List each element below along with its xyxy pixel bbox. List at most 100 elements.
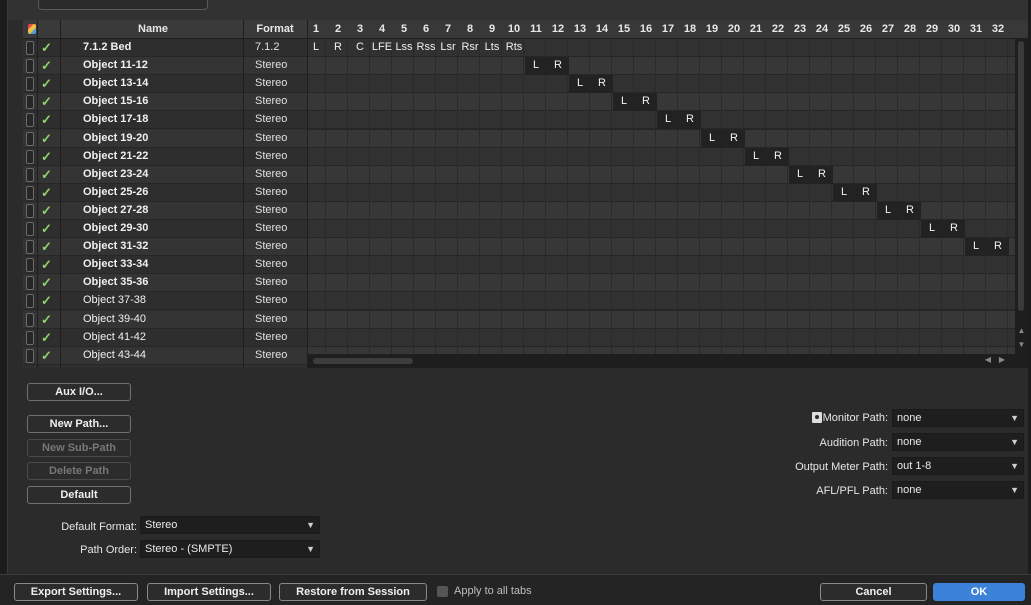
grid-cell[interactable] — [569, 201, 590, 220]
grid-cell[interactable] — [459, 129, 480, 148]
grid-cell[interactable] — [459, 220, 480, 238]
grid-cell[interactable] — [811, 57, 832, 76]
path-active-toggle[interactable] — [26, 312, 34, 327]
grid-cell[interactable] — [393, 111, 414, 130]
grid-cell[interactable] — [965, 220, 986, 238]
channel-assignment[interactable]: L — [833, 183, 855, 202]
grid-cell[interactable] — [349, 129, 370, 148]
path-name[interactable]: Object 25-26 — [83, 186, 148, 198]
audition-path-select[interactable]: none ▼ — [892, 433, 1024, 451]
grid-cell[interactable] — [503, 220, 524, 238]
grid-cell[interactable] — [459, 93, 480, 112]
path-active-toggle[interactable] — [26, 77, 34, 92]
grid-cell[interactable] — [965, 39, 986, 57]
grid-cell[interactable] — [305, 292, 326, 311]
grid-cell[interactable] — [437, 274, 458, 293]
grid-cell[interactable] — [899, 165, 920, 184]
grid-cell[interactable] — [327, 183, 348, 202]
grid-cell[interactable] — [723, 310, 744, 329]
path-active-toggle[interactable] — [26, 330, 34, 345]
check-icon[interactable]: ✓ — [41, 185, 52, 201]
grid-cell[interactable] — [635, 220, 656, 238]
grid-cell[interactable] — [327, 147, 348, 166]
channel-assignment[interactable]: R — [723, 129, 745, 148]
grid-cell[interactable] — [723, 165, 744, 184]
grid-cell[interactable] — [921, 238, 942, 257]
grid-cell[interactable] — [899, 183, 920, 202]
channel-assignment[interactable]: R — [987, 238, 1009, 257]
grid-cell[interactable] — [943, 147, 964, 166]
grid-cell[interactable] — [305, 238, 326, 257]
grid-cell[interactable] — [635, 129, 656, 148]
grid-cell[interactable] — [459, 147, 480, 166]
grid-cell[interactable] — [349, 111, 370, 130]
path-name[interactable]: Object 35-36 — [83, 276, 148, 288]
table-row[interactable]: ✓ 7.1.2 Bed 7.1.2 — [23, 39, 308, 57]
grid-cell[interactable] — [591, 39, 612, 57]
grid-cell[interactable] — [393, 93, 414, 112]
channel-assignment[interactable]: R — [855, 183, 877, 202]
grid-cell[interactable] — [767, 165, 788, 184]
grid-cell[interactable] — [569, 310, 590, 329]
new-path-button[interactable]: New Path... — [27, 415, 131, 433]
grid-cell[interactable] — [393, 201, 414, 220]
grid-cell[interactable] — [833, 93, 854, 112]
path-name[interactable]: Object 31-32 — [83, 240, 148, 252]
grid-cell[interactable] — [833, 220, 854, 238]
grid-cell[interactable] — [811, 93, 832, 112]
grid-cell[interactable] — [547, 147, 568, 166]
grid-cell[interactable] — [767, 129, 788, 148]
grid-cell[interactable] — [987, 111, 1008, 130]
grid-cell[interactable] — [547, 93, 568, 112]
grid-cell[interactable] — [569, 220, 590, 238]
grid-cell[interactable] — [943, 39, 964, 57]
export-settings-button[interactable]: Export Settings... — [14, 583, 138, 601]
grid-cell[interactable] — [701, 201, 722, 220]
grid-cell[interactable] — [635, 57, 656, 76]
grid-cell[interactable] — [569, 111, 590, 130]
grid-cell[interactable] — [613, 129, 634, 148]
grid-cell[interactable] — [921, 75, 942, 94]
grid-cell[interactable] — [635, 147, 656, 166]
grid-cell[interactable] — [613, 147, 634, 166]
grid-cell[interactable] — [965, 129, 986, 148]
grid-cell[interactable] — [503, 201, 524, 220]
channel-assignment[interactable]: L — [305, 41, 327, 53]
grid-cell[interactable] — [943, 310, 964, 329]
grid-cell[interactable] — [547, 274, 568, 293]
grid-cell[interactable] — [811, 147, 832, 166]
check-icon[interactable]: ✓ — [41, 221, 52, 237]
grid-cell[interactable] — [811, 274, 832, 293]
horizontal-scrollbar[interactable]: ◀ ▶ — [308, 354, 1028, 368]
grid-cell[interactable] — [767, 93, 788, 112]
channel-assignment[interactable]: Rts — [503, 41, 525, 53]
grid-cell[interactable] — [877, 57, 898, 76]
grid-cell[interactable] — [921, 256, 942, 275]
grid-cell[interactable] — [833, 39, 854, 57]
grid-cell[interactable] — [525, 75, 546, 94]
grid-cell[interactable] — [789, 292, 810, 311]
grid-cell[interactable] — [349, 165, 370, 184]
grid-cell[interactable] — [877, 328, 898, 347]
grid-cell[interactable] — [503, 256, 524, 275]
grid-cell[interactable] — [965, 165, 986, 184]
grid-cell[interactable] — [855, 310, 876, 329]
grid-cell[interactable] — [657, 220, 678, 238]
grid-cell[interactable] — [811, 220, 832, 238]
grid-cell[interactable] — [745, 93, 766, 112]
grid-cell[interactable] — [767, 201, 788, 220]
grid-cell[interactable] — [701, 292, 722, 311]
grid-cell[interactable] — [679, 39, 700, 57]
grid-cell[interactable] — [459, 165, 480, 184]
grid-cell[interactable] — [723, 183, 744, 202]
grid-cell[interactable] — [437, 147, 458, 166]
grid-cell[interactable] — [525, 183, 546, 202]
grid-cell[interactable] — [481, 292, 502, 311]
grid-cell[interactable] — [393, 238, 414, 257]
grid-cell[interactable] — [943, 111, 964, 130]
grid-cell[interactable] — [745, 165, 766, 184]
vertical-scrollbar[interactable]: ▲ ▼ — [1015, 39, 1028, 354]
grid-cell[interactable] — [569, 39, 590, 57]
grid-cell[interactable] — [877, 165, 898, 184]
grid-cell[interactable] — [459, 201, 480, 220]
